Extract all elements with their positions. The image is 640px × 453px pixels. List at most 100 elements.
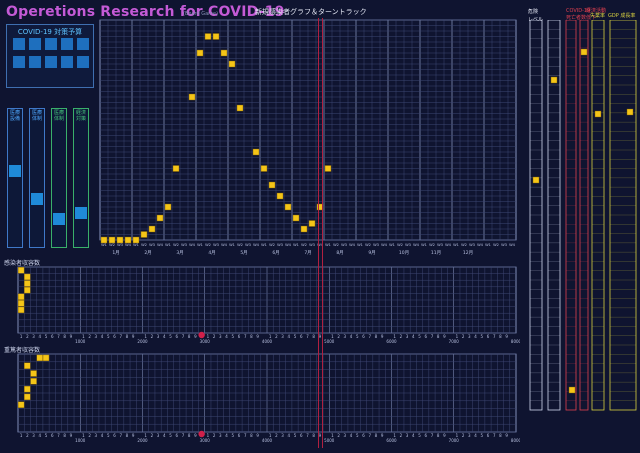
track-tick: 9 [381, 433, 384, 438]
track-tick: 4 [350, 433, 353, 438]
budget-tile[interactable] [45, 56, 57, 68]
budget-level-marker[interactable] [75, 207, 87, 219]
track-thousand: 8000 [511, 339, 520, 344]
budget-tile[interactable] [77, 38, 89, 50]
week-tick-label: W4 [477, 243, 484, 247]
track-thousand: 2000 [137, 339, 148, 344]
track-tick: 2 [400, 334, 403, 339]
infection-marker [164, 203, 172, 211]
infection-marker [196, 49, 204, 57]
budget-tile[interactable] [61, 56, 73, 68]
track-tick: 9 [256, 334, 259, 339]
week-tick-label: W1 [389, 243, 395, 247]
week-tick-label: W1 [421, 243, 427, 247]
gdp-label: GDP 成長率 [608, 13, 636, 19]
infection-marker [276, 192, 284, 200]
infection-marker [324, 165, 332, 172]
track-tick: 7 [57, 433, 60, 438]
week-tick-label: W3 [309, 243, 315, 247]
infection-marker [236, 104, 244, 112]
track-tick: 8 [63, 433, 66, 438]
budget-tile[interactable] [61, 38, 73, 50]
track-tick: 2 [213, 433, 216, 438]
budget-title: COVID-19 対策予算 [17, 28, 83, 36]
week-tick-label: W3 [373, 243, 379, 247]
week-tick-label: W3 [405, 243, 411, 247]
track-tick: 7 [244, 433, 247, 438]
track-thousand: 1000 [75, 339, 86, 344]
track-thousand: 6000 [386, 339, 397, 344]
budget-tile[interactable] [77, 56, 89, 68]
month-tick-label: 8月 [336, 250, 343, 256]
track-tick: 4 [101, 433, 104, 438]
track-tick: 2 [337, 334, 340, 339]
week-tick-label: W1 [453, 243, 459, 247]
infection-marker [212, 33, 220, 40]
budget-column-label: 医療 体制 [31, 110, 42, 122]
track-tick: 9 [256, 433, 259, 438]
month-tick-label: 12月 [463, 250, 473, 256]
week-tick-label: W3 [341, 243, 347, 247]
track-tick: 4 [474, 334, 477, 339]
week-tick-label: W2 [237, 243, 243, 247]
week-tick-label: W2 [397, 243, 403, 247]
track-tick: 3 [406, 433, 409, 438]
track-tick: 5 [231, 334, 234, 339]
new-infection-chart: W1 W2 W3 W4 W1 W2 W3 W4 W1 W2 W3 W4 W1 W2 W3 W4 W1 W2 W3 W4… [99, 19, 517, 256]
week-tick-label: W1 [261, 243, 267, 247]
week-tick-label: W4 [221, 243, 228, 247]
track-tick: 2 [151, 433, 154, 438]
track-tick: 4 [288, 334, 291, 339]
track-tick: 8 [375, 334, 378, 339]
track-tick: 5 [45, 334, 48, 339]
right-track-strips [529, 20, 637, 411]
strip-marker [568, 386, 576, 394]
track-tick: 9 [505, 334, 508, 339]
track-tick: 3 [344, 334, 347, 339]
infection-marker [132, 236, 140, 244]
budget-level-marker[interactable] [31, 193, 43, 205]
budget-tile[interactable] [29, 56, 41, 68]
week-tick-label: W3 [501, 243, 507, 247]
track-tick: 8 [63, 334, 66, 339]
track-tick: 6 [238, 334, 241, 339]
week-tick-label: W2 [141, 243, 147, 247]
budget-column [29, 108, 45, 248]
track-tick: 8 [126, 433, 129, 438]
track-tick: 9 [132, 334, 135, 339]
budget-tile[interactable] [45, 38, 57, 50]
track-tick: 7 [182, 433, 185, 438]
chart-title: 新規感染者グラフ＆ターントラック [255, 8, 367, 16]
track-tick: 4 [474, 433, 477, 438]
budget-tile[interactable] [13, 38, 25, 50]
month-tick-label: 6月 [272, 250, 279, 256]
track-tick: 4 [101, 334, 104, 339]
infection-marker [124, 236, 132, 244]
budget-level-marker[interactable] [9, 165, 21, 177]
strip-marker [580, 48, 588, 56]
capacity-marker [24, 273, 31, 281]
track-tick: 2 [88, 334, 91, 339]
budget-column-label: 医療 体制 [53, 110, 64, 122]
week-tick-label: W2 [333, 243, 339, 247]
track-tick: 6 [424, 433, 427, 438]
budget-tile[interactable] [13, 56, 25, 68]
infection-marker [108, 236, 116, 244]
track-thousand: 4000 [262, 339, 273, 344]
week-tick-label: W2 [205, 243, 211, 247]
track-tick: 5 [480, 433, 483, 438]
infection-marker [156, 214, 164, 222]
capacity-marker [24, 280, 31, 287]
budget-level-marker[interactable] [53, 213, 65, 225]
infection-marker [140, 231, 148, 238]
week-tick-label: W2 [365, 243, 371, 247]
track-tick: 7 [119, 433, 122, 438]
week-tick-label: W1 [165, 243, 171, 247]
budget-tile[interactable] [29, 38, 41, 50]
track-tick: 7 [368, 433, 371, 438]
track-tick: 3 [95, 334, 98, 339]
track-thousand: 6000 [386, 438, 397, 443]
month-tick-label: 4月 [208, 250, 215, 256]
track-tick: 3 [344, 433, 347, 438]
track-tick: 9 [194, 334, 197, 339]
